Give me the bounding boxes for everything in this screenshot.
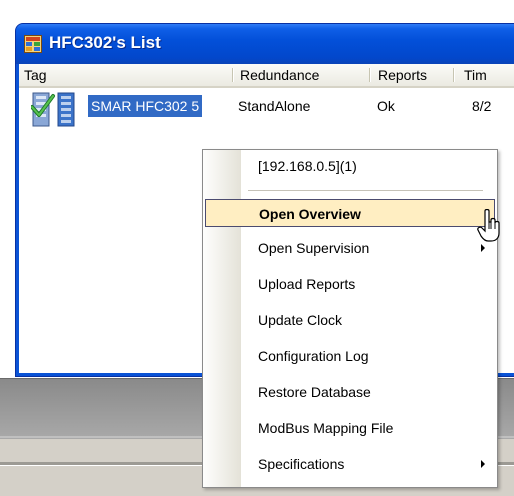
column-header-tag[interactable]: Tag — [19, 64, 233, 86]
menu-item-label: Configuration Log — [258, 348, 369, 364]
row-reports-cell: Ok — [377, 98, 395, 114]
context-menu: [192.168.0.5](1) Open Overview Open Supe… — [202, 149, 498, 488]
submenu-arrow-icon — [481, 460, 485, 468]
menu-header-label: [192.168.0.5](1) — [258, 158, 357, 174]
menu-item-upload-reports[interactable]: Upload Reports — [203, 270, 497, 298]
list-header: Tag Redundance Reports Tim — [19, 64, 514, 88]
row-tag-cell[interactable]: SMAR HFC302 5 — [88, 95, 203, 117]
submenu-arrow-icon — [481, 244, 485, 252]
menu-item-update-clock[interactable]: Update Clock — [203, 306, 497, 334]
menu-separator — [248, 190, 483, 192]
title-bar[interactable]: HFC302's List — [16, 24, 514, 64]
window-title: HFC302's List — [49, 33, 161, 52]
menu-item-label: Open Overview — [259, 206, 361, 222]
row-redundance-cell: StandAlone — [238, 98, 311, 114]
menu-header-address: [192.168.0.5](1) — [203, 152, 497, 180]
menu-item-open-supervision[interactable]: Open Supervision — [203, 234, 497, 262]
menu-item-label: Restore Database — [258, 384, 371, 400]
menu-item-configuration-log[interactable]: Configuration Log — [203, 342, 497, 370]
menu-item-restore-database[interactable]: Restore Database — [203, 378, 497, 406]
menu-item-label: Open Supervision — [258, 240, 370, 256]
app-window-icon — [24, 35, 42, 53]
column-header-time[interactable]: Tim — [459, 64, 514, 86]
column-divider[interactable] — [232, 68, 234, 82]
column-header-reports[interactable]: Reports — [373, 64, 463, 86]
device-check-icon — [31, 92, 75, 127]
menu-item-label: Specifications — [258, 456, 345, 472]
menu-item-open-overview[interactable]: Open Overview — [205, 199, 495, 227]
menu-item-specifications[interactable]: Specifications — [203, 450, 497, 478]
column-header-redundance[interactable]: Redundance — [235, 64, 375, 86]
row-time-cell: 8/2 — [472, 98, 492, 114]
column-divider[interactable] — [369, 68, 371, 82]
mouse-pointer-icon — [477, 209, 500, 242]
menu-item-label: Update Clock — [258, 312, 343, 328]
menu-item-label: ModBus Mapping File — [258, 420, 394, 436]
menu-item-modbus-mapping-file[interactable]: ModBus Mapping File — [203, 414, 497, 442]
table-row[interactable]: SMAR HFC302 5 StandAlone Ok 8/2 — [19, 89, 514, 129]
menu-item-label: Upload Reports — [258, 276, 356, 292]
column-divider[interactable] — [453, 68, 455, 82]
